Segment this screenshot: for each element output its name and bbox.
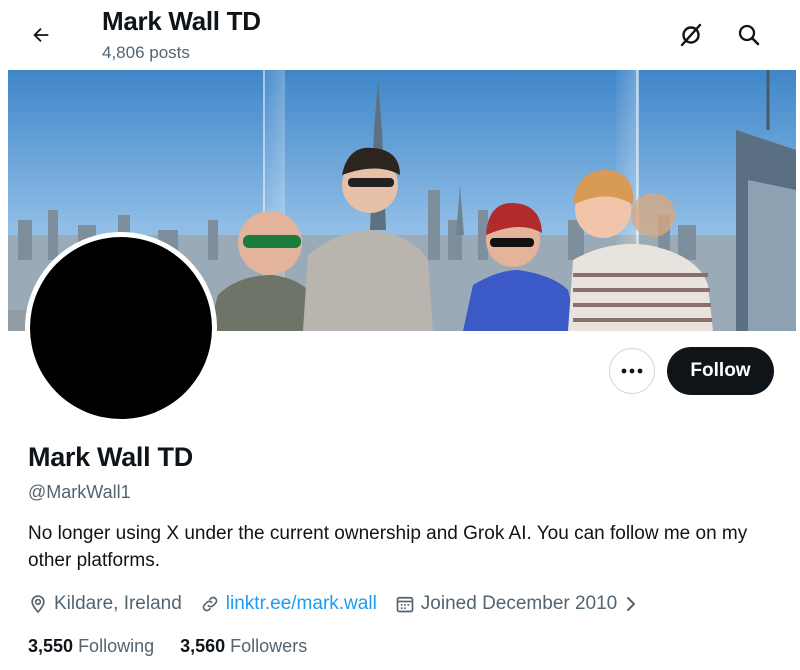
followers-stat[interactable]: 3,560 Followers (180, 636, 307, 657)
joined-item[interactable]: Joined December 2010 (395, 593, 639, 615)
following-label: Following (78, 636, 155, 656)
follow-button[interactable]: Follow (667, 347, 774, 395)
location-pin-icon (31, 595, 45, 614)
followers-count: 3,560 (180, 636, 226, 656)
following-count: 3,550 (28, 636, 74, 656)
joined-text: Joined December 2010 (420, 593, 618, 614)
display-name: Mark Wall TD (28, 442, 193, 472)
link-icon (202, 596, 218, 612)
profile-avatar[interactable] (30, 237, 212, 419)
arrow-left-icon (33, 27, 49, 43)
follow-stats: 3,550 Following 3,560 Followers (28, 636, 333, 657)
more-options-button[interactable] (609, 348, 655, 394)
grok-icon (680, 23, 702, 47)
back-button[interactable] (22, 16, 60, 54)
location-item: Kildare, Ireland (28, 593, 182, 615)
chevron-right-icon (627, 597, 636, 611)
header-title: Mark Wall TD (102, 6, 261, 36)
calendar-icon (396, 596, 414, 613)
profile-bio: No longer using X under the current owne… (28, 523, 748, 571)
followers-label: Followers (230, 636, 308, 656)
location-text: Kildare, Ireland (54, 593, 182, 614)
search-icon (738, 24, 760, 46)
profile-header: Mark Wall TD 4,806 posts (0, 0, 800, 68)
grok-button[interactable] (672, 16, 710, 54)
posts-count: 4,806 posts (102, 43, 190, 62)
following-stat[interactable]: 3,550 Following (28, 636, 154, 657)
website-item[interactable]: linktr.ee/mark.wall (200, 593, 377, 615)
search-button[interactable] (730, 16, 768, 54)
website-link[interactable]: linktr.ee/mark.wall (226, 593, 377, 615)
more-dots-icon (621, 368, 643, 374)
user-handle: @MarkWall1 (28, 482, 131, 502)
profile-meta: Kildare, Ireland linktr.ee/mark.wall Joi… (28, 590, 657, 618)
